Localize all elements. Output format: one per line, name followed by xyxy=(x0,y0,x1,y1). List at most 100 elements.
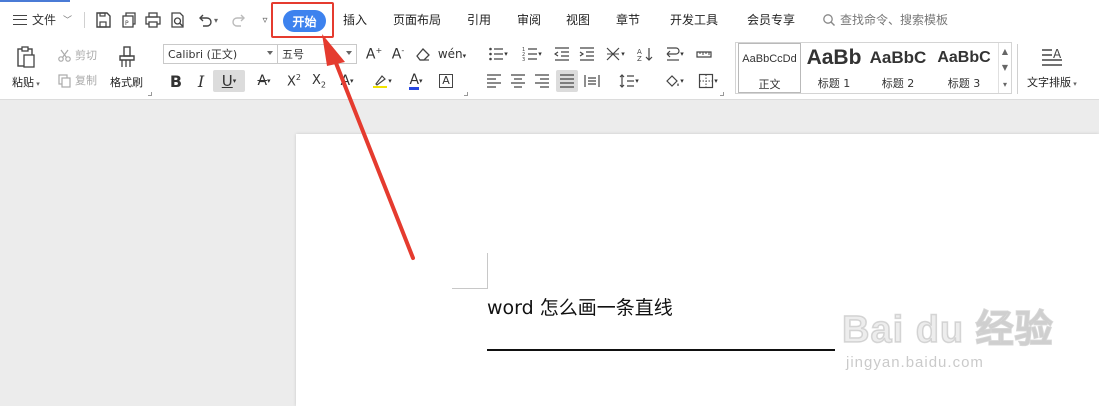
italic-button[interactable]: I xyxy=(190,70,212,92)
watermark-logo-text: Bai du 经验 xyxy=(841,308,1054,352)
redo-icon xyxy=(232,14,245,27)
export-pdf-icon: P xyxy=(122,12,136,28)
margin-marker-horizontal xyxy=(452,288,487,289)
style-heading-1[interactable]: AaBb 标题 1 xyxy=(803,43,865,93)
shrink-font-icon: A- xyxy=(391,45,405,63)
font-size-select[interactable]: 五号 xyxy=(277,44,357,64)
command-search[interactable]: 查找命令、搜索模板 xyxy=(822,11,948,28)
paste-label: 粘贴 xyxy=(12,76,34,89)
chevron-up-icon[interactable]: ▲ xyxy=(1002,47,1008,56)
format-painter-button[interactable]: 格式刷 xyxy=(110,44,143,90)
superscript-button[interactable]: X2 xyxy=(283,70,305,92)
text-layout-button[interactable]: A 文字排版 ▾ xyxy=(1027,44,1077,90)
svg-text:3: 3 xyxy=(522,57,525,62)
distribute-icon xyxy=(584,75,600,87)
align-left-button[interactable] xyxy=(483,70,505,92)
print-button[interactable] xyxy=(143,10,163,30)
format-painter-icon xyxy=(118,46,135,67)
distribute-button[interactable] xyxy=(581,70,603,92)
subscript-button[interactable]: X2 xyxy=(308,70,330,92)
highlight-box xyxy=(271,2,334,38)
outdent-icon xyxy=(554,47,569,61)
tab-view[interactable]: 视图 xyxy=(566,11,590,28)
print-preview-button[interactable] xyxy=(168,10,188,30)
numbering-button[interactable]: 1 2 3 ▾ xyxy=(517,43,547,65)
divider xyxy=(84,12,85,28)
chevron-down-icon[interactable]: ▼ xyxy=(1002,63,1008,72)
print-preview-icon xyxy=(171,12,184,28)
styles-scroll[interactable]: ▲ ▼ ▾ xyxy=(998,43,1011,93)
margin-marker-vertical xyxy=(487,253,488,289)
align-center-button[interactable] xyxy=(507,70,529,92)
tab-insert[interactable]: 插入 xyxy=(343,11,367,28)
justify-button[interactable] xyxy=(556,70,578,92)
drawn-line[interactable] xyxy=(487,349,835,351)
redo-button[interactable] xyxy=(229,10,249,30)
align-right-icon xyxy=(535,74,549,88)
window-accent-bar xyxy=(0,0,70,2)
ribbon-home: 粘贴 ▾ 剪切 复制 格式刷 Calibri (正文) 五号 A+ A- wén… xyxy=(0,40,1099,100)
file-menu-label: 文件 xyxy=(32,13,57,27)
save-button[interactable] xyxy=(93,10,113,30)
increase-indent-button[interactable] xyxy=(576,43,598,65)
clipboard-group-launcher[interactable] xyxy=(148,92,152,96)
grow-font-button[interactable]: A+ xyxy=(363,43,385,65)
align-right-button[interactable] xyxy=(531,70,553,92)
copy-button[interactable]: 复制 xyxy=(57,72,97,88)
tab-page-layout[interactable]: 页面布局 xyxy=(393,11,441,28)
style-name: 标题 2 xyxy=(881,77,915,90)
char-border-button[interactable]: A xyxy=(435,70,457,92)
bold-button[interactable]: B xyxy=(165,70,187,92)
file-menu-button[interactable]: 文件 ﹀ xyxy=(13,11,72,28)
borders-button[interactable]: ▾ xyxy=(693,70,723,92)
export-pdf-button[interactable]: P xyxy=(119,10,139,30)
style-name: 标题 1 xyxy=(817,77,851,90)
grow-font-icon: A+ xyxy=(365,45,383,63)
styles-gallery: AaBbCcDd 正文 AaBb 标题 1 AaBbC 标题 2 AaBbC 标… xyxy=(735,42,1012,94)
underline-button[interactable]: U ▾ xyxy=(213,70,245,92)
eraser-icon xyxy=(416,48,430,61)
paste-icon xyxy=(17,46,35,68)
style-sample: AaBb xyxy=(806,46,862,69)
clear-format-button[interactable] xyxy=(412,43,434,65)
text-effect-button[interactable]: A ▾ xyxy=(333,70,361,92)
shrink-font-button[interactable]: A- xyxy=(387,43,409,65)
paint-bucket-icon xyxy=(666,75,679,87)
shading-button[interactable]: ▾ xyxy=(659,70,689,92)
chinese-layout-button[interactable]: ▾ xyxy=(600,43,630,65)
font-size-value: 五号 xyxy=(282,48,304,61)
font-group-launcher[interactable] xyxy=(464,92,468,96)
expand-icon[interactable]: ▾ xyxy=(1003,80,1007,89)
tab-reference[interactable]: 引用 xyxy=(467,11,491,28)
sort-icon: AZ xyxy=(637,48,653,62)
baidu-watermark: Bai du 经验 jingyan.baidu.com xyxy=(841,288,1092,388)
tab-chapter[interactable]: 章节 xyxy=(616,11,640,28)
highlight-button[interactable]: ▾ xyxy=(368,70,396,92)
bullets-button[interactable]: ▾ xyxy=(483,43,513,65)
document-text[interactable]: word 怎么画一条直线 xyxy=(487,293,673,320)
phonetic-guide-button[interactable]: wén▾ xyxy=(438,43,466,65)
show-marks-button[interactable]: ▾ xyxy=(659,43,689,65)
scissors-icon xyxy=(58,49,71,62)
tab-stops-button[interactable] xyxy=(693,43,715,65)
style-normal[interactable]: AaBbCcDd 正文 xyxy=(738,43,801,93)
decrease-indent-button[interactable] xyxy=(551,43,573,65)
line-spacing-button[interactable]: ▾ xyxy=(614,70,644,92)
tab-review[interactable]: 审阅 xyxy=(517,11,541,28)
tab-member[interactable]: 会员专享 xyxy=(747,11,795,28)
strikethrough-button[interactable]: A ▾ xyxy=(250,70,278,92)
font-name-select[interactable]: Calibri (正文) xyxy=(163,44,278,64)
style-heading-3[interactable]: AaBbC 标题 3 xyxy=(931,43,997,93)
style-heading-2[interactable]: AaBbC 标题 2 xyxy=(867,43,929,93)
cut-button[interactable]: 剪切 xyxy=(57,47,97,63)
hamburger-icon xyxy=(13,14,27,25)
print-icon xyxy=(145,12,161,28)
tab-developer[interactable]: 开发工具 xyxy=(670,11,718,28)
undo-dropdown-icon[interactable]: ▾ xyxy=(211,10,221,30)
chevron-down-icon: ﹀ xyxy=(63,16,73,26)
sort-button[interactable]: AZ xyxy=(634,43,656,65)
format-painter-label: 格式刷 xyxy=(110,76,143,89)
paste-button[interactable]: 粘贴 ▾ xyxy=(12,44,40,90)
paragraph-group-launcher[interactable] xyxy=(720,92,724,96)
font-color-button[interactable]: A ▾ xyxy=(402,70,430,92)
